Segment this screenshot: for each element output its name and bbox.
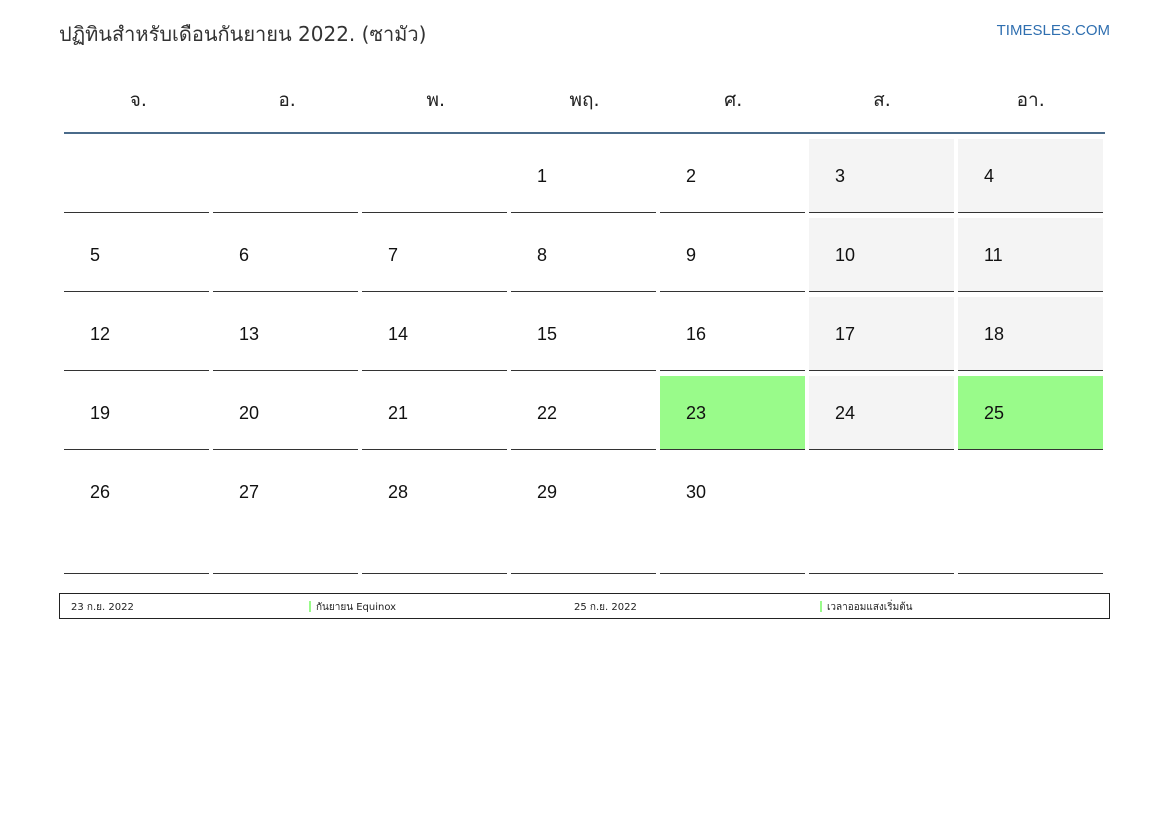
day-cell: 20 (213, 376, 358, 450)
day-number: 13 (239, 324, 260, 344)
day-cell-empty (958, 455, 1103, 574)
day-number: 4 (984, 166, 995, 186)
weekday-header-sat: ส. (873, 89, 891, 111)
day-cell: 10 (809, 218, 954, 292)
day-number: 17 (835, 324, 856, 344)
day-cell: 7 (362, 218, 507, 292)
day-number: 6 (239, 245, 250, 265)
day-number: 10 (835, 245, 856, 265)
legend-item-dst: เวลาออมแสงเริ่มต้น (820, 600, 913, 615)
calendar-weeks: 1 2 3 4 5 6 7 8 9 10 11 12 13 14 15 16 17 18 19 20 21 22 23 24 2… (62, 139, 1107, 574)
legend-color-swatch (820, 601, 822, 612)
day-number: 27 (239, 482, 260, 502)
day-cell: 4 (958, 139, 1103, 213)
day-cell: 21 (362, 376, 507, 450)
calendar-week-row: 5 6 7 8 9 10 11 (62, 218, 1107, 292)
day-cell-empty (362, 139, 507, 213)
day-cell: 17 (809, 297, 954, 371)
day-number: 8 (537, 245, 548, 265)
day-cell: 11 (958, 218, 1103, 292)
day-number: 22 (537, 403, 558, 423)
day-cell: 2 (660, 139, 805, 213)
day-cell: 13 (213, 297, 358, 371)
day-number: 28 (388, 482, 409, 502)
day-cell: 5 (64, 218, 209, 292)
day-cell: 18 (958, 297, 1103, 371)
day-number: 1 (537, 166, 548, 186)
day-number: 23 (686, 403, 707, 423)
day-cell: 26 (64, 455, 209, 574)
day-cell: 16 (660, 297, 805, 371)
day-number: 29 (537, 482, 558, 502)
day-number: 5 (90, 245, 101, 265)
day-number: 20 (239, 403, 260, 423)
calendar-week-row: 12 13 14 15 16 17 18 (62, 297, 1107, 371)
day-number: 30 (686, 482, 707, 502)
day-number: 9 (686, 245, 697, 265)
day-number: 19 (90, 403, 111, 423)
event-legend: 23 ก.ย. 2022 กันยายน Equinox 25 ก.ย. 202… (59, 593, 1110, 619)
day-cell: 28 (362, 455, 507, 574)
page-title: ปฏิทินสำหรับเดือนกันยายน 2022. (ซามัว) (59, 22, 427, 46)
day-cell: 19 (64, 376, 209, 450)
day-number: 16 (686, 324, 707, 344)
weekday-header-fri: ศ. (724, 89, 743, 111)
calendar-grid: จ. อ. พ. พฤ. ศ. ส. อา. 1 2 3 4 5 6 7 8 9 10 11 12 13… (62, 78, 1107, 574)
day-cell: 25 (958, 376, 1103, 450)
day-number: 11 (984, 245, 1003, 265)
legend-date-equinox: 23 ก.ย. 2022 (71, 602, 134, 613)
weekday-header-sun: อา. (1016, 89, 1045, 111)
day-number: 14 (388, 324, 409, 344)
day-cell: 1 (511, 139, 656, 213)
day-cell: 29 (511, 455, 656, 574)
day-cell: 24 (809, 376, 954, 450)
day-cell: 8 (511, 218, 656, 292)
day-number: 26 (90, 482, 111, 502)
legend-label-equinox: กันยายน Equinox (316, 602, 397, 613)
day-cell: 9 (660, 218, 805, 292)
day-number: 2 (686, 166, 697, 186)
day-cell: 12 (64, 297, 209, 371)
day-cell-empty (64, 139, 209, 213)
weekday-header-tue: อ. (278, 89, 296, 111)
day-cell: 22 (511, 376, 656, 450)
day-cell: 27 (213, 455, 358, 574)
day-cell-empty (213, 139, 358, 213)
legend-date-dst: 25 ก.ย. 2022 (574, 602, 637, 613)
day-number: 24 (835, 403, 856, 423)
calendar-week-row: 19 20 21 22 23 24 25 (62, 376, 1107, 450)
day-number: 15 (537, 324, 558, 344)
weekday-header-wed: พ. (426, 89, 446, 111)
day-number: 25 (984, 403, 1005, 423)
site-link[interactable]: TIMESLES.COM (997, 22, 1110, 39)
day-number: 21 (388, 403, 409, 423)
day-number: 3 (835, 166, 846, 186)
calendar-week-row: 26 27 28 29 30 (62, 455, 1107, 574)
day-number: 12 (90, 324, 111, 344)
day-number: 7 (388, 245, 399, 265)
day-cell: 6 (213, 218, 358, 292)
day-cell-empty (809, 455, 954, 574)
day-cell: 3 (809, 139, 954, 213)
weekday-header-thu: พฤ. (569, 89, 600, 111)
legend-label-dst: เวลาออมแสงเริ่มต้น (827, 602, 913, 613)
day-cell: 23 (660, 376, 805, 450)
day-number: 18 (984, 324, 1005, 344)
legend-item-equinox: กันยายน Equinox (309, 600, 396, 615)
day-cell: 14 (362, 297, 507, 371)
calendar-week-row: 1 2 3 4 (62, 139, 1107, 213)
day-cell: 30 (660, 455, 805, 574)
weekday-header-row: จ. อ. พ. พฤ. ศ. ส. อา. (64, 78, 1105, 134)
legend-color-swatch (309, 601, 311, 612)
day-cell: 15 (511, 297, 656, 371)
weekday-header-mon: จ. (129, 89, 147, 111)
